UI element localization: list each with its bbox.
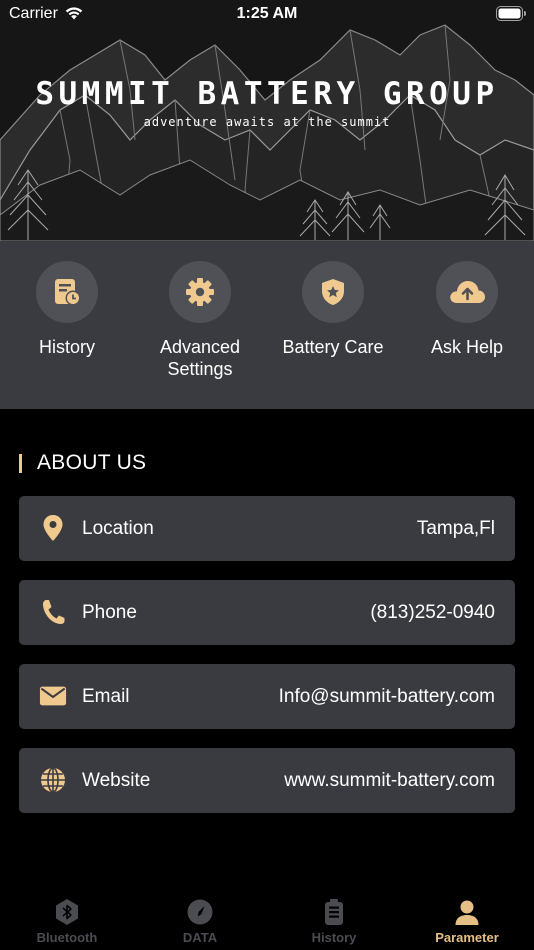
clock: 1:25 AM xyxy=(236,5,298,22)
email-label: Email xyxy=(82,686,130,707)
ask-help-action-circle[interactable] xyxy=(436,261,498,323)
history-action-label: History xyxy=(38,337,95,357)
brand-tagline: adventure awaits at the summit xyxy=(143,115,391,129)
history-action[interactable]: History xyxy=(7,261,127,358)
header-banner: SUMMIT BATTERY GROUP adventure awaits at… xyxy=(0,0,534,241)
website-value: www.summit-battery.com xyxy=(284,770,495,791)
phone-icon xyxy=(39,598,67,626)
bluetooth-icon xyxy=(56,899,78,925)
website-row[interactable]: Website www.summit-battery.com xyxy=(19,748,515,813)
battery-icon xyxy=(496,6,526,21)
advanced-settings-action-label: Advanced Settings xyxy=(159,337,241,379)
email-value: Info@summit-battery.com xyxy=(278,686,495,707)
tab-bluetooth-label: Bluetooth xyxy=(36,930,98,945)
website-label: Website xyxy=(82,770,151,791)
shield-star-icon xyxy=(322,279,344,305)
battery-list-icon xyxy=(325,899,343,925)
advanced-settings-action-circle[interactable] xyxy=(169,261,231,323)
tab-data[interactable]: DATA xyxy=(145,897,255,945)
tab-data-label: DATA xyxy=(182,930,218,945)
tab-bar: Bluetooth DATA History Parameter xyxy=(0,885,534,950)
advanced-settings-action[interactable]: Advanced Settings xyxy=(140,261,260,380)
gear-icon xyxy=(186,278,214,306)
about-us-heading: ABOUT US xyxy=(19,451,147,474)
brand-title: SUMMIT BATTERY GROUP xyxy=(35,76,499,112)
tab-history-label: History xyxy=(311,930,357,945)
ask-help-action[interactable]: Ask Help xyxy=(407,261,527,358)
phone-value: (813)252-0940 xyxy=(370,602,495,623)
tab-parameter[interactable]: Parameter xyxy=(412,897,522,945)
ask-help-action-label: Ask Help xyxy=(430,337,504,357)
tab-parameter-label: Parameter xyxy=(435,930,499,945)
location-label: Location xyxy=(82,518,154,539)
location-row[interactable]: Location Tampa,Fl xyxy=(19,496,515,561)
battery-care-action-label: Battery Care xyxy=(282,337,384,357)
mail-icon xyxy=(39,682,67,710)
location-value: Tampa,Fl xyxy=(416,518,495,539)
cloud-upload-icon xyxy=(450,281,485,303)
email-row[interactable]: Email Info@summit-battery.com xyxy=(19,664,515,729)
user-icon xyxy=(455,900,479,925)
status-bar: Carrier 1:25 AM xyxy=(0,0,534,30)
compass-icon xyxy=(187,899,213,925)
quick-actions-panel: History Advanced Settings Battery Care A… xyxy=(0,241,534,409)
phone-row[interactable]: Phone (813)252-0940 xyxy=(19,580,515,645)
history-action-circle[interactable] xyxy=(36,261,98,323)
tab-history[interactable]: History xyxy=(279,897,389,945)
about-us-title: ABOUT US xyxy=(37,451,147,474)
battery-care-action-circle[interactable] xyxy=(302,261,364,323)
heading-accent-bar xyxy=(19,453,22,473)
history-clock-icon xyxy=(55,279,81,306)
location-pin-icon xyxy=(39,514,67,542)
tab-bluetooth[interactable]: Bluetooth xyxy=(12,897,122,945)
globe-icon xyxy=(39,766,67,794)
battery-care-action[interactable]: Battery Care xyxy=(273,261,393,358)
phone-label: Phone xyxy=(82,602,137,623)
